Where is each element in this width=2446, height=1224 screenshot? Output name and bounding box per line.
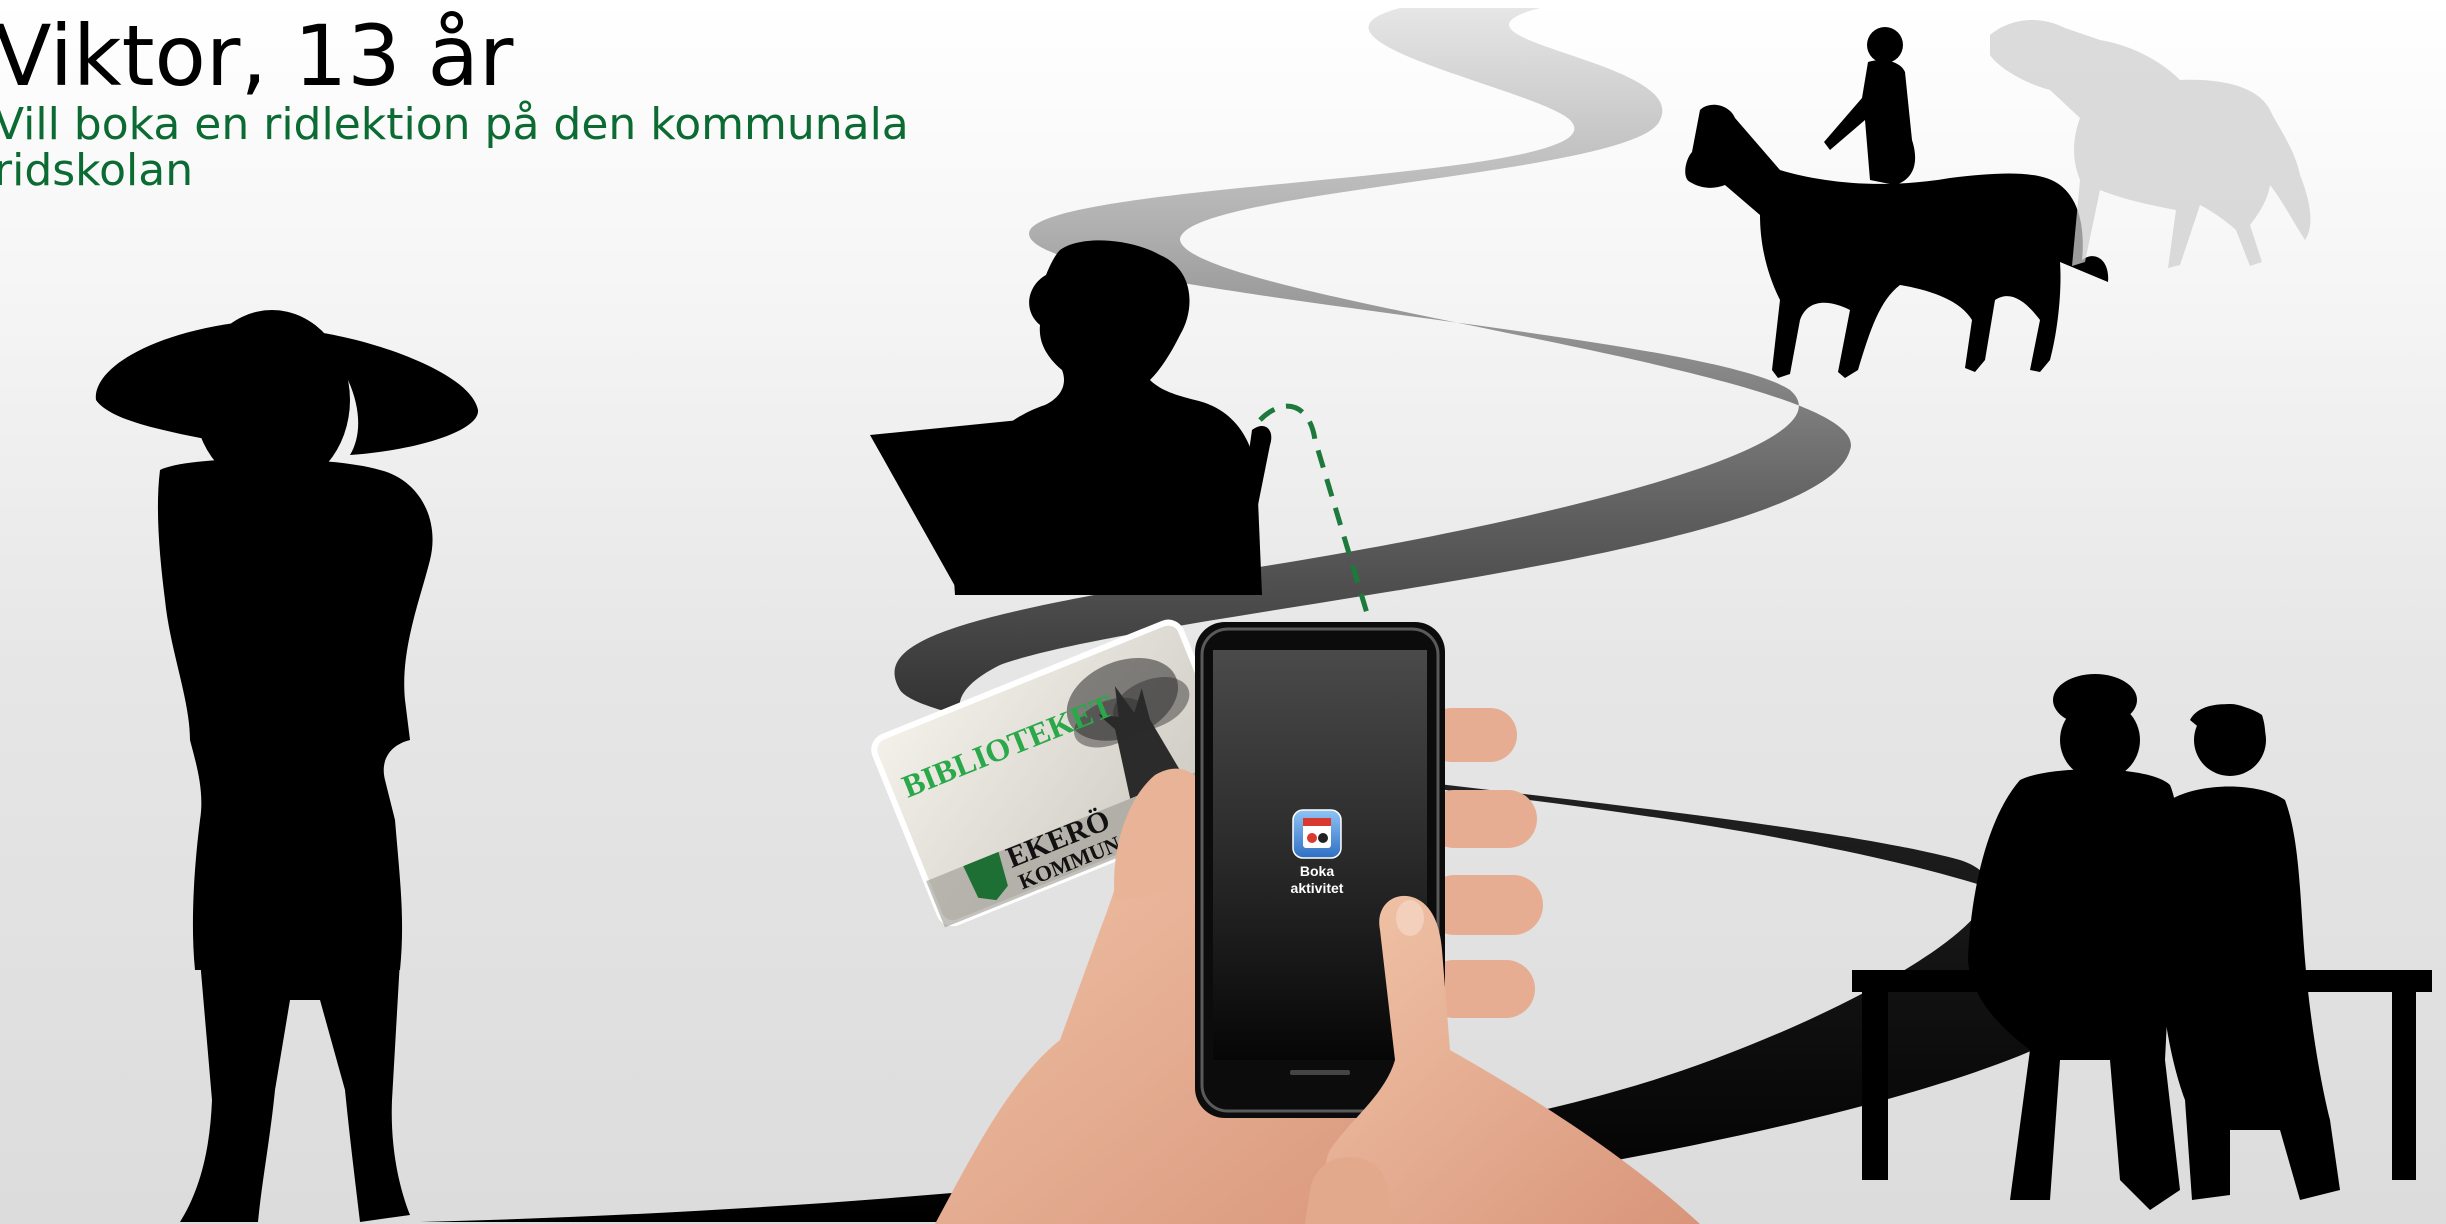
reading-woman-silhouette xyxy=(870,240,1272,595)
page-title: Viktor, 13 år xyxy=(0,7,514,105)
app-label-line2[interactable]: aktivitet xyxy=(1291,880,1344,896)
boka-aktivitet-app[interactable]: Boka aktivitet xyxy=(1291,809,1344,896)
page-subtitle: Vill boka en ridlektion på den kommunala… xyxy=(0,99,909,196)
app-label-line1[interactable]: Boka xyxy=(1300,863,1334,879)
confused-boy-silhouette xyxy=(95,310,479,1222)
scenario-illustration: BIBLIOTEKET EKERÖ KOMMUN Boka aktivitet … xyxy=(0,0,2446,1224)
elderly-couple-bench xyxy=(1852,674,2432,1210)
